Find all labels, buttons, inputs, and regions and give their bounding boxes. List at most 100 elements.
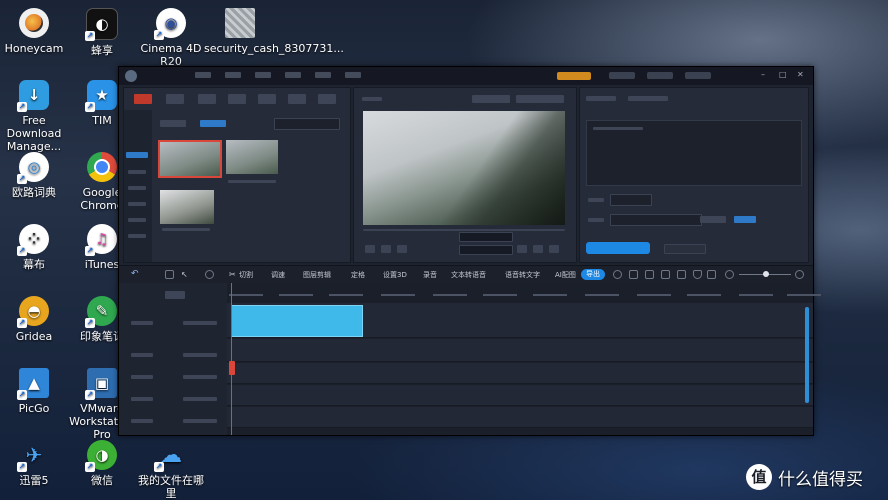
upgrade-button[interactable] [557,72,591,80]
desktop-icon-xunlei[interactable]: ✈ ↗ 迅雷5 [0,440,70,487]
layer-edit-tool[interactable]: 图层剪辑 [303,271,331,279]
desktop-icon-gridea[interactable]: ◓ ↗ Gridea [0,296,70,343]
split-tool[interactable]: 切割 [239,271,253,279]
play-icon[interactable] [365,245,375,253]
zoom-slider-handle[interactable] [763,271,769,277]
playhead[interactable] [231,283,232,435]
sidebar-item-active[interactable] [126,152,148,158]
menu-item[interactable] [315,72,331,78]
video-clip[interactable] [231,305,363,337]
library-tab[interactable] [258,94,276,104]
preview-progress-bar[interactable] [363,229,565,231]
desktop-icon-mydocs[interactable]: ☁ ↗ 我的文件在哪里 [135,440,207,500]
sidebar-item[interactable] [128,186,146,190]
music-track[interactable] [227,407,813,428]
speed-tool[interactable]: 调速 [271,271,285,279]
library-tab[interactable] [198,94,216,104]
prev-frame-icon[interactable] [397,245,407,253]
effect-track[interactable] [227,385,813,406]
tool-icon[interactable] [677,270,686,279]
property-select[interactable] [610,194,652,206]
snapshot-icon[interactable] [549,245,559,253]
preview-quality-select[interactable] [472,95,510,103]
menu-item[interactable] [195,72,211,78]
zoom-out-icon[interactable] [725,270,734,279]
library-tab[interactable] [318,94,336,104]
desktop-icon-fengxiang[interactable]: ◐ ↗ 蜂享 [66,8,138,57]
media-thumbnail[interactable] [158,140,222,178]
library-tab[interactable] [228,94,246,104]
tool-icon[interactable] [661,270,670,279]
sidebar-item[interactable] [128,202,146,206]
cursor-icon[interactable]: ↖ [181,270,190,279]
import-button[interactable] [160,120,186,127]
desktop-icon-honeycam[interactable]: Honeycam [0,8,70,55]
tool-icon[interactable] [629,270,638,279]
desktop-icon-picgo[interactable]: ▲ ↗ PicGo [0,368,70,415]
grid-icon[interactable] [165,270,174,279]
volume-icon[interactable] [533,245,543,253]
properties-tab[interactable] [628,96,668,101]
track-controls[interactable] [183,321,217,325]
record-audio-tool[interactable]: 录音 [423,271,437,279]
track-controls[interactable] [183,375,217,379]
track-controls[interactable] [183,353,217,357]
title-button[interactable] [647,72,673,79]
fullscreen-icon[interactable] [517,245,527,253]
video-editor-window[interactable]: – □ ✕ ↶ ↖ ✂ 切割 调速 图层剪辑 定格 设置3D 录音 文本转语音 … [118,66,821,436]
track-header-button[interactable] [165,291,185,299]
editor-title-bar[interactable]: – □ ✕ [119,67,813,85]
sidebar-item[interactable] [128,170,146,174]
tool-icon[interactable] [613,270,622,279]
speech-to-text-tool[interactable]: 语音转文字 [505,271,540,279]
record-button[interactable] [200,120,226,127]
minimize-icon[interactable]: – [761,71,769,79]
freeze-frame-tool[interactable]: 定格 [351,271,365,279]
timeline-scrollbar[interactable] [805,307,809,403]
apply-template-button[interactable] [586,242,650,254]
text-track[interactable] [227,363,813,384]
media-thumbnail[interactable] [160,190,214,224]
stop-icon[interactable] [381,245,391,253]
desktop-icon-security[interactable]: security_cash_8307731... [204,8,344,55]
menu-item[interactable] [345,72,361,78]
desktop-icon-freedownload[interactable]: ↓ ↗ Free Download Manage... [0,80,70,153]
properties-text-area[interactable] [586,120,802,186]
desktop-icon-youdao[interactable]: ◎ ↗ 欧路词典 [0,152,70,199]
desktop-icon-weixin[interactable]: ◑ ↗ 微信 [66,440,138,487]
video-preview[interactable] [363,111,565,225]
cut-icon[interactable]: ✂ [229,270,238,279]
property-button[interactable] [700,216,726,223]
title-button[interactable] [609,72,635,79]
export-button[interactable]: 导出 [581,269,605,280]
property-input[interactable] [610,214,702,226]
tool-icon[interactable] [707,270,716,279]
text-to-speech-tool[interactable]: 文本转语音 [451,271,486,279]
title-button[interactable] [685,72,711,79]
3d-tool[interactable]: 设置3D [383,271,407,279]
maximize-icon[interactable]: □ [779,71,787,79]
desktop-icon-mubu[interactable]: ⁘ ↗ 幕布 [0,224,70,271]
desktop-icon-cinema4d[interactable]: ◉ ↗ Cinema 4D R20 [135,8,207,68]
properties-tab[interactable] [586,96,616,101]
audio-track[interactable] [227,339,813,362]
zoom-in-icon[interactable] [795,270,804,279]
property-apply-button[interactable] [734,216,756,223]
media-thumbnail[interactable] [226,140,278,174]
secondary-button[interactable] [664,244,706,254]
undo-icon[interactable]: ↶ [131,270,140,279]
menu-item[interactable] [225,72,241,78]
zoom-slider[interactable] [739,271,791,277]
sidebar-item[interactable] [128,218,146,222]
shield-icon[interactable] [693,270,702,279]
library-search-input[interactable] [274,118,340,130]
library-tab[interactable] [166,94,184,104]
track-controls[interactable] [183,419,217,423]
library-tab[interactable] [288,94,306,104]
ai-image-tool[interactable]: AI配图 [555,271,576,279]
magnet-icon[interactable] [205,270,214,279]
menu-item[interactable] [255,72,271,78]
sidebar-item[interactable] [128,234,146,238]
preview-ratio-select[interactable] [516,95,564,103]
tool-icon[interactable] [645,270,654,279]
